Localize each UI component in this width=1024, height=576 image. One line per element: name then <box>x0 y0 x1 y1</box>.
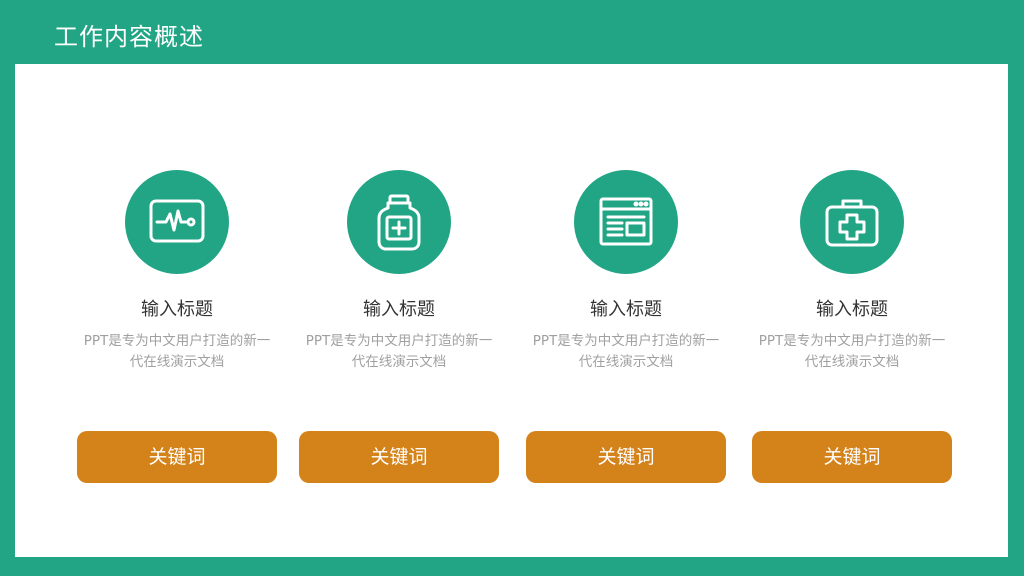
card-description: PPT是专为中文用户打造的新一代在线演示文档 <box>83 333 271 370</box>
card-title: 输入标题 <box>816 299 888 320</box>
first-aid-kit-icon <box>800 170 904 274</box>
content-panel: 输入标题 PPT是专为中文用户打造的新一代在线演示文档 关键词 输入标题 PPT… <box>15 64 1008 557</box>
medicine-bottle-icon <box>347 170 451 274</box>
browser-window-icon <box>574 170 678 274</box>
card-title: 输入标题 <box>590 299 662 320</box>
keyword-button[interactable]: 关键词 <box>299 431 499 483</box>
keyword-button[interactable]: 关键词 <box>752 431 952 483</box>
feature-card-3: 输入标题 PPT是专为中文用户打造的新一代在线演示文档 关键词 <box>526 64 726 557</box>
card-title: 输入标题 <box>363 299 435 320</box>
keyword-button[interactable]: 关键词 <box>526 431 726 483</box>
feature-card-4: 输入标题 PPT是专为中文用户打造的新一代在线演示文档 关键词 <box>752 64 952 557</box>
card-description: PPT是专为中文用户打造的新一代在线演示文档 <box>305 333 493 370</box>
keyword-button[interactable]: 关键词 <box>77 431 277 483</box>
card-description: PPT是专为中文用户打造的新一代在线演示文档 <box>758 333 946 370</box>
slide-title: 工作内容概述 <box>54 23 204 51</box>
ecg-monitor-icon <box>125 170 229 274</box>
card-title: 输入标题 <box>141 299 213 320</box>
feature-card-2: 输入标题 PPT是专为中文用户打造的新一代在线演示文档 关键词 <box>299 64 499 557</box>
feature-card-1: 输入标题 PPT是专为中文用户打造的新一代在线演示文档 关键词 <box>77 64 277 557</box>
card-description: PPT是专为中文用户打造的新一代在线演示文档 <box>532 333 720 370</box>
